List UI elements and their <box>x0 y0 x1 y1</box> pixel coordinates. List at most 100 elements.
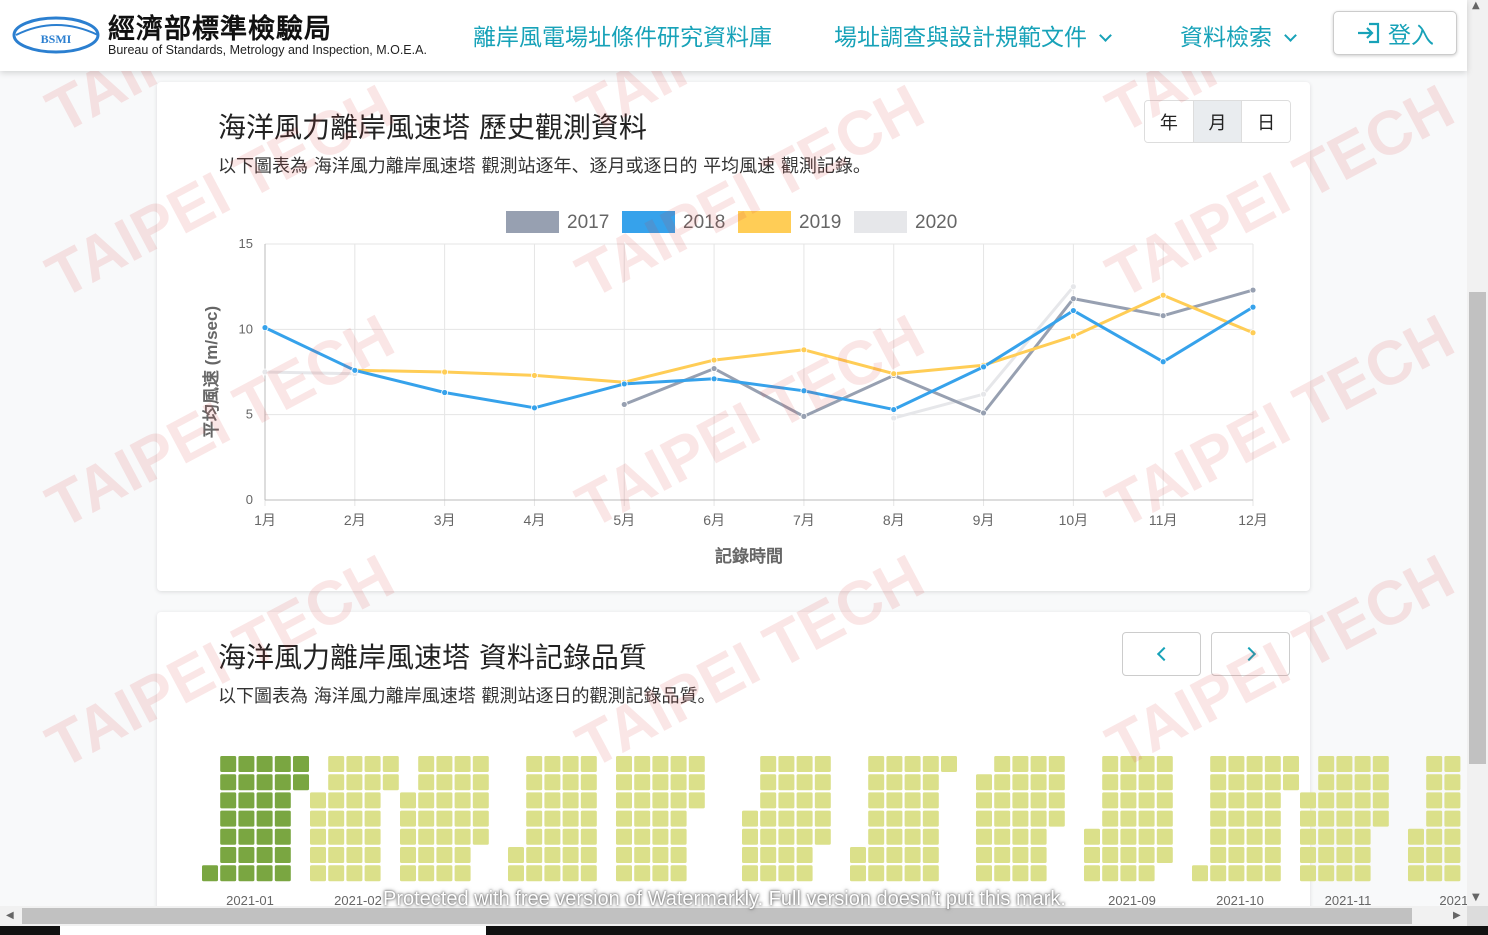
login-label: 登入 <box>1388 23 1434 49</box>
day-cell <box>1102 774 1119 791</box>
day-cell <box>346 847 363 863</box>
day-cell <box>1048 774 1065 791</box>
day-cell <box>562 847 579 863</box>
day-cell <box>526 828 543 845</box>
day-cell <box>1408 828 1424 845</box>
day-cell <box>1354 810 1371 827</box>
day-cell <box>976 810 992 827</box>
nav-search[interactable]: 資料檢索 <box>1180 18 1297 52</box>
day-cell <box>1228 810 1245 827</box>
day-cell <box>1048 756 1065 772</box>
bsmi-logo[interactable]: BSMI <box>12 10 102 60</box>
day-cell <box>562 792 579 809</box>
day-cell <box>328 810 345 827</box>
taskbar-segment <box>60 926 486 935</box>
day-cell <box>1336 756 1353 772</box>
x-tick-label: 4月 <box>524 512 546 528</box>
day-cell <box>652 865 669 882</box>
next-button[interactable] <box>1211 632 1290 676</box>
day-cell <box>886 828 903 845</box>
scroll-up-icon[interactable]: ▲ <box>1472 0 1480 11</box>
day-cell <box>796 792 813 809</box>
day-cell <box>346 774 363 791</box>
chevron-down-icon <box>1284 29 1297 42</box>
day-cell <box>616 756 632 772</box>
day-cell <box>364 774 381 791</box>
day-cell <box>652 828 669 845</box>
day-cell <box>1228 865 1245 882</box>
day-cell <box>1138 774 1155 791</box>
day-cell <box>508 847 524 863</box>
day-cell <box>904 774 921 791</box>
day-cell <box>1210 828 1227 845</box>
day-cell <box>814 828 831 845</box>
day-cell <box>580 828 597 845</box>
day-cell <box>1372 792 1389 809</box>
y-tick-label: 5 <box>246 407 253 422</box>
day-cell <box>544 792 561 809</box>
day-cell <box>418 828 435 845</box>
day-cell <box>1138 865 1155 882</box>
x-axis-title: 記錄時間 <box>715 546 783 566</box>
day-cell <box>256 847 273 863</box>
day-cell <box>202 865 218 882</box>
day-cell <box>1426 847 1443 863</box>
day-cell <box>580 756 597 772</box>
day-cell <box>1300 865 1316 882</box>
day-cell <box>1102 865 1119 882</box>
day-cell <box>418 756 435 772</box>
scroll-left-icon[interactable]: ◀ <box>6 910 14 921</box>
data-point-2019 <box>441 368 449 376</box>
scroll-right-icon[interactable]: ▶ <box>1453 910 1461 921</box>
day-cell <box>220 774 237 791</box>
prev-button[interactable] <box>1122 632 1201 676</box>
day-cell <box>382 756 399 772</box>
day-cell <box>436 792 453 809</box>
nav-search-label: 資料檢索 <box>1180 25 1272 51</box>
day-cell <box>454 828 471 845</box>
day-cell <box>1283 756 1299 772</box>
day-cell <box>616 865 632 882</box>
legend-swatch <box>738 211 791 233</box>
nav-documents[interactable]: 場址調查與設計規範文件 <box>834 18 1112 52</box>
day-cell <box>1264 792 1281 809</box>
day-cell <box>1354 756 1371 772</box>
day-cell <box>274 774 291 791</box>
day-cell <box>1102 792 1119 809</box>
day-cell <box>220 865 237 882</box>
day-cell <box>1048 792 1065 809</box>
day-cell <box>526 865 543 882</box>
month-label: 2021-09 <box>1108 893 1156 906</box>
quality-calendar-heatmap: 2021-01 2021-02 2021-09 2021-10 2021-11 2021- <box>202 756 1467 906</box>
login-button[interactable]: 登入 <box>1333 11 1457 55</box>
day-cell <box>364 828 381 845</box>
day-cell <box>293 774 309 791</box>
day-cell <box>742 810 758 827</box>
day-cell <box>364 792 381 809</box>
month-label: 2021- <box>1439 893 1467 906</box>
data-point-2017 <box>1159 312 1167 320</box>
day-cell <box>1318 756 1335 772</box>
x-tick-label: 12月 <box>1238 512 1268 528</box>
day-cell <box>778 756 795 772</box>
day-cell <box>760 810 777 827</box>
day-cell <box>616 774 632 791</box>
day-cell <box>778 774 795 791</box>
y-axis-title: 平均風速 (m/sec) <box>201 306 221 438</box>
day-cell <box>310 828 326 845</box>
day-cell <box>346 756 363 772</box>
day-cell <box>1354 847 1371 863</box>
nav-database[interactable]: 離岸風電場址條件研究資料庫 <box>473 18 772 52</box>
day-cell <box>580 810 597 827</box>
vertical-scrollbar[interactable]: ▲ ▼ <box>1467 0 1488 906</box>
wind-speed-line-chart: 0 5 10 15 1月 2月 3月 4月 5月 6月 7月 8月 9月 10月 11月 12月記錄時間 平均風… <box>201 211 1268 566</box>
x-tick-label: 8月 <box>883 512 905 528</box>
month-label: 2021-02 <box>334 893 382 906</box>
scroll-down-icon[interactable]: ▼ <box>1472 892 1480 903</box>
day-cell <box>256 792 273 809</box>
day-cell <box>364 865 381 882</box>
vertical-scroll-thumb[interactable] <box>1469 292 1486 764</box>
day-cell <box>670 756 687 772</box>
day-cell <box>562 865 579 882</box>
day-cell <box>1318 828 1335 845</box>
